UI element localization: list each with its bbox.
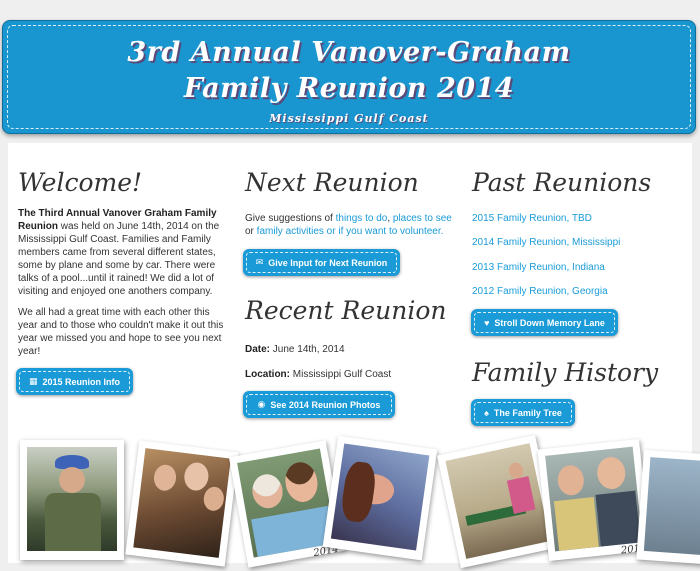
recent-reunion-date: Date: June 14th, 2014 (245, 343, 345, 356)
see-photos-button[interactable]: ◉ See 2014 Reunion Photos (243, 391, 395, 418)
location-label: Location: (245, 369, 290, 380)
see-photos-button-label: See 2014 Reunion Photos (270, 399, 381, 410)
past-reunion-link[interactable]: 2014 Family Reunion, Mississippi (472, 237, 620, 248)
face-shape (182, 461, 211, 492)
face-shape (152, 463, 178, 492)
welcome-paragraph-2: We all had a great time with each other … (18, 307, 224, 357)
history-column: Past Reunions 2015 Family Reunion, TBD 2… (471, 143, 672, 433)
memory-lane-button[interactable]: ♥ Stroll Down Memory Lane (471, 309, 618, 336)
calendar-icon: ▦ (28, 376, 38, 386)
past-reunion-link[interactable]: 2015 Family Reunion, TBD (472, 213, 592, 224)
things-to-do-link[interactable]: things to do (336, 213, 388, 224)
next-reunion-text: Give suggestions of things to do, places… (245, 212, 460, 238)
tree-icon: ♠ (484, 407, 489, 418)
family-tree-button[interactable]: ♠ The Family Tree (471, 399, 575, 426)
reunion-column: Next Reunion Give suggestions of things … (243, 143, 460, 423)
recent-reunion-heading: Recent Reunion (245, 296, 447, 325)
photo-polaroid[interactable]: 2014 (537, 438, 651, 562)
family-tree-button-label: The Family Tree (493, 407, 562, 418)
photo-polaroid[interactable] (20, 440, 124, 560)
photo-ping-pong (445, 443, 551, 559)
photo-girl-resting (330, 443, 430, 551)
past-reunion-link[interactable]: 2013 Family Reunion, Indiana (472, 262, 605, 273)
give-input-button-label: Give Input for Next Reunion (268, 257, 388, 268)
photo-grandmother (237, 448, 337, 558)
face-shape (249, 471, 286, 511)
face-shape (282, 459, 321, 505)
photo-two-girls (545, 446, 643, 552)
welcome-paragraph-1: The Third Annual Vanover Graham Family R… (18, 207, 230, 298)
camera-icon: ◉ (257, 399, 266, 409)
photo-polaroid[interactable] (125, 440, 239, 567)
next-reunion-text-c: or (245, 226, 257, 237)
envelope-icon: ✉ (255, 257, 264, 267)
next-reunion-text-a: Give suggestions of (245, 213, 336, 224)
site-subtitle: Mississippi Gulf Coast (269, 112, 429, 125)
photo-edge (643, 457, 700, 556)
welcome-heading: Welcome! (18, 168, 143, 197)
places-to-see-link[interactable]: places to see (393, 213, 452, 224)
face-shape (556, 464, 586, 497)
family-history-heading: Family History (472, 358, 659, 387)
face-shape (202, 485, 226, 512)
site-title-line1: 3rd Annual Vanover-Graham (127, 37, 571, 68)
shirt-shape (45, 493, 101, 551)
hair-shape (339, 460, 378, 524)
face-shape (595, 455, 627, 491)
site-title-line2: Family Reunion 2014 (183, 73, 515, 104)
past-reunions-heading: Past Reunions (472, 168, 652, 197)
family-activities-link[interactable]: family activities or if you want to volu… (257, 226, 444, 237)
photo-family-group (133, 448, 231, 558)
next-reunion-heading: Next Reunion (245, 168, 419, 197)
past-reunion-link[interactable]: 2012 Family Reunion, Georgia (472, 286, 608, 297)
clothes-shape (595, 490, 641, 547)
memory-lane-button-label: Stroll Down Memory Lane (494, 317, 605, 328)
clothes-shape (553, 497, 599, 551)
photo-polaroid[interactable] (636, 449, 700, 565)
reunion-info-button-label: 2015 Reunion Info (42, 376, 121, 387)
welcome-column: Welcome! The Third Annual Vanover Graham… (16, 143, 230, 403)
face-shape (59, 467, 85, 493)
recent-reunion-location: Location: Mississippi Gulf Coast (245, 368, 391, 381)
location-value: Mississippi Gulf Coast (290, 369, 392, 380)
heart-icon: ♥ (484, 317, 490, 328)
give-input-button[interactable]: ✉ Give Input for Next Reunion (243, 249, 400, 276)
date-value: June 14th, 2014 (270, 344, 345, 355)
reunion-info-button[interactable]: ▦ 2015 Reunion Info (16, 368, 133, 395)
photo-man-blue-hat (27, 447, 117, 551)
welcome-paragraph-1-text: was held on June 14th, 2014 on the Missi… (18, 221, 220, 297)
date-label: Date: (245, 344, 271, 355)
photo-polaroid[interactable] (322, 435, 438, 561)
header-banner: 3rd Annual Vanover-Graham Family Reunion… (2, 20, 696, 134)
